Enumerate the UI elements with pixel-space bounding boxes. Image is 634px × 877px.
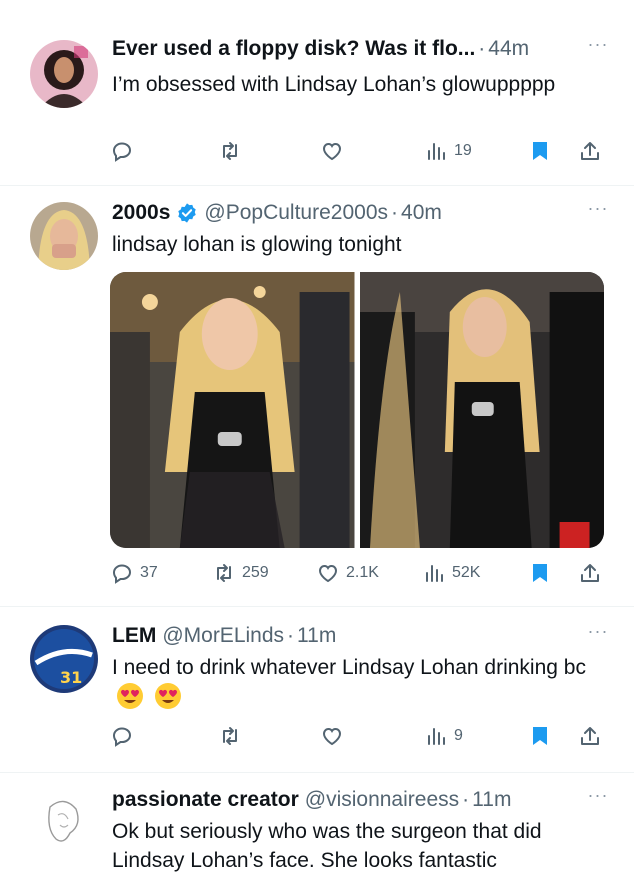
separator: · [391, 201, 399, 224]
retweet-count: 259 [242, 564, 269, 581]
bookmark-icon [533, 564, 547, 582]
views-count: 19 [454, 142, 472, 159]
avatar[interactable] [30, 789, 98, 857]
reply-button[interactable] [110, 724, 140, 748]
timestamp[interactable]: 11m [297, 624, 336, 648]
like-count: 2.1K [346, 564, 379, 581]
views-icon [426, 565, 443, 582]
handle[interactable]: @MorELinds [162, 624, 284, 648]
timestamp[interactable]: 40m [401, 201, 442, 225]
bookmark-icon [533, 142, 547, 160]
views-count: 52K [452, 564, 481, 581]
separator: · [462, 788, 470, 811]
like-button[interactable] [320, 724, 350, 748]
like-button[interactable] [320, 139, 350, 163]
separator: · [478, 37, 486, 60]
like-icon [322, 142, 342, 161]
avatar[interactable] [30, 40, 98, 108]
tweet-text: lindsay lohan is glowing tonight [112, 233, 402, 256]
display-name[interactable]: Ever used a floppy disk? Was it flo... [112, 37, 475, 61]
bookmark-icon [533, 727, 547, 745]
share-button[interactable] [578, 561, 602, 585]
svg-text:31: 31 [60, 668, 82, 687]
bookmark-button[interactable] [528, 561, 552, 585]
tweet-text: I need to drink whatever Lindsay Lohan d… [112, 656, 586, 679]
display-name[interactable]: passionate creator [112, 788, 299, 812]
views-icon [428, 143, 445, 160]
retweet-button[interactable]: 259 [212, 561, 269, 585]
display-name[interactable]: 2000s [112, 201, 170, 225]
photo-1[interactable] [110, 272, 355, 548]
more-icon[interactable]: ··· [582, 621, 614, 642]
tweet-2[interactable]: 2000s @PopCulture2000s · 40m ··· lindsay… [0, 186, 634, 606]
tweet-1[interactable]: Ever used a floppy disk? Was it flo... ·… [0, 0, 634, 185]
heart-eyes-emoji [154, 682, 182, 710]
retweet-button[interactable] [218, 139, 248, 163]
reply-button[interactable]: 37 [110, 561, 158, 585]
timestamp[interactable]: 11m [472, 788, 511, 812]
like-button[interactable]: 2.1K [316, 561, 379, 585]
share-button[interactable] [578, 139, 602, 163]
heart-eyes-emoji [116, 682, 144, 710]
share-icon [581, 142, 599, 160]
reply-icon [112, 142, 132, 162]
tweet-text: I’m obsessed with Lindsay Lohan’s glowup… [112, 73, 556, 96]
tweet-4[interactable]: passionate creator @visionnaireess · 11m… [0, 773, 634, 877]
reply-icon [112, 564, 132, 584]
display-name[interactable]: LEM [112, 624, 156, 648]
reply-button[interactable] [110, 139, 140, 163]
views-icon [428, 728, 445, 745]
media-grid [110, 272, 604, 548]
handle[interactable]: @visionnaireess [305, 788, 459, 812]
share-icon [581, 727, 599, 745]
handle[interactable]: @PopCulture2000s [204, 201, 388, 225]
more-icon[interactable]: ··· [582, 34, 614, 55]
timestamp[interactable]: 44m [488, 37, 529, 61]
retweet-icon [223, 142, 237, 160]
avatar[interactable]: 31 [30, 625, 98, 693]
action-bar: 19 [110, 139, 610, 169]
verified-icon [176, 202, 198, 224]
bookmark-button[interactable] [528, 139, 552, 163]
avatar[interactable] [30, 202, 98, 270]
retweet-icon [217, 564, 231, 582]
like-icon [322, 727, 342, 746]
views-button[interactable]: 52K [422, 561, 480, 585]
retweet-icon [223, 727, 237, 745]
reply-icon [112, 727, 132, 747]
action-bar: 37 259 2.1K 52K [110, 561, 610, 591]
reply-count: 37 [140, 564, 158, 581]
action-bar: 9 [110, 724, 610, 754]
views-button[interactable]: 9 [424, 724, 463, 748]
separator: · [287, 624, 295, 647]
retweet-button[interactable] [218, 724, 248, 748]
share-button[interactable] [578, 724, 602, 748]
more-icon[interactable]: ··· [582, 198, 614, 219]
bookmark-button[interactable] [528, 724, 552, 748]
like-icon [318, 564, 338, 583]
tweet-text: Ok but seriously who was the surgeon tha… [112, 820, 542, 872]
tweet-text-wrap: I need to drink whatever Lindsay Lohan d… [112, 653, 594, 712]
views-button[interactable]: 19 [424, 139, 472, 163]
views-count: 9 [454, 727, 463, 744]
photo-2[interactable] [359, 272, 604, 548]
share-icon [581, 564, 599, 582]
tweet-3[interactable]: 31 LEM @MorELinds · 11m ··· I need to dr… [0, 607, 634, 772]
more-icon[interactable]: ··· [582, 785, 614, 806]
